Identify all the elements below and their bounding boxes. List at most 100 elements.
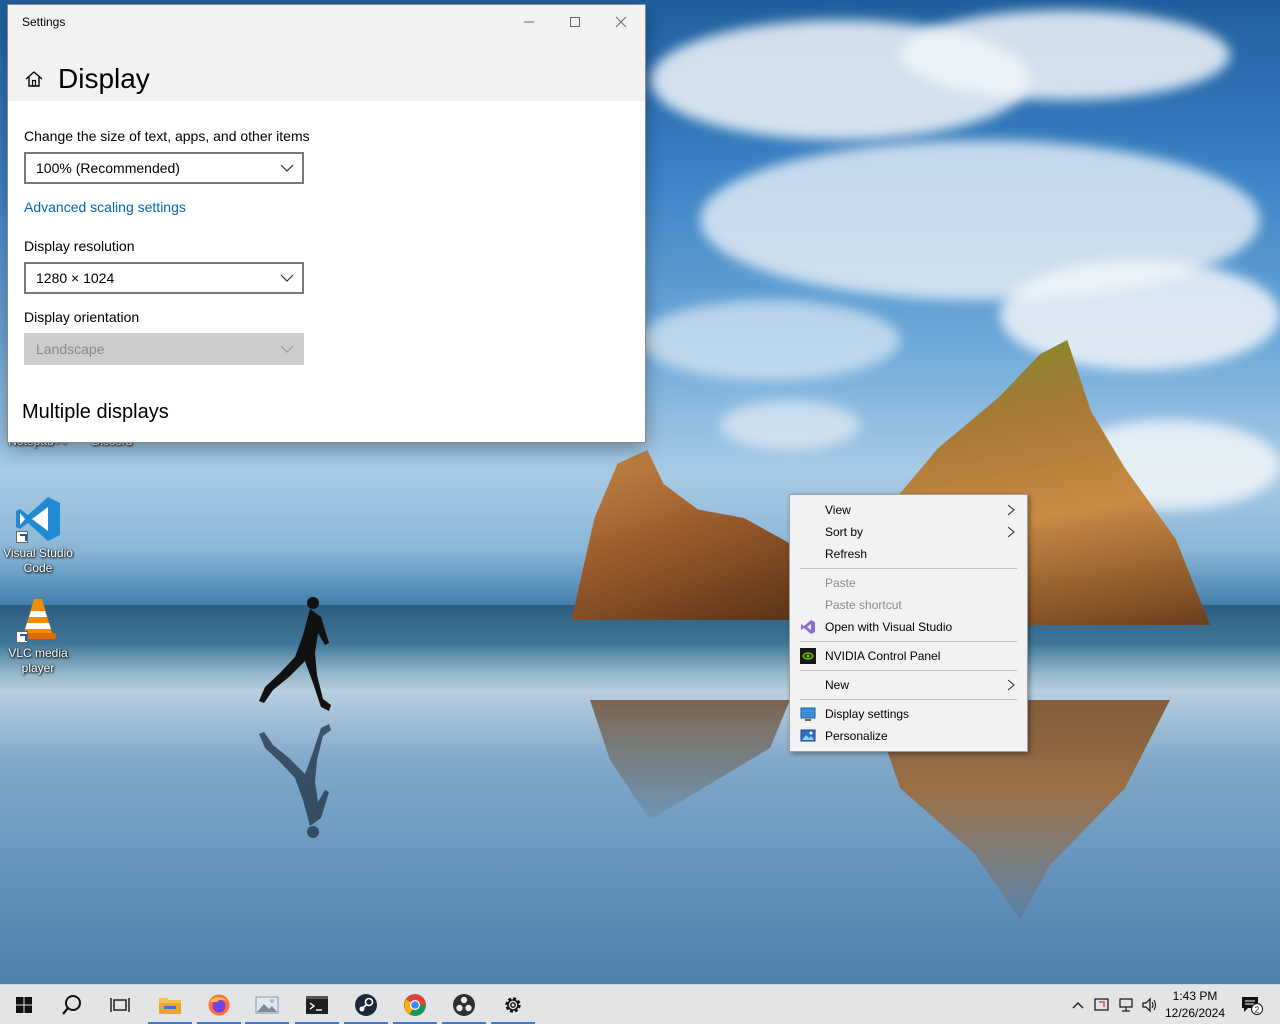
taskbar: 1:43 PM 12/26/2024 2 (0, 984, 1280, 1024)
tray-vpn[interactable] (1092, 985, 1112, 1024)
settings-window[interactable]: Settings Display Change the size of text… (8, 5, 645, 442)
menu-item-nvidia-control-panel[interactable]: NVIDIA Control Panel (791, 645, 1026, 667)
firefox-icon (208, 994, 230, 1016)
resolution-value: 1280 × 1024 (36, 270, 115, 286)
taskbar-firefox[interactable] (195, 985, 243, 1024)
volume-icon (1142, 997, 1157, 1013)
show-hidden-icons-button[interactable] (1068, 985, 1088, 1024)
menu-item-view[interactable]: View (791, 499, 1026, 521)
resolution-label: Display resolution (24, 238, 135, 254)
photos-icon (255, 996, 279, 1014)
action-center-button[interactable]: 2 (1232, 985, 1272, 1024)
taskbar-settings[interactable] (489, 985, 537, 1024)
resolution-dropdown[interactable]: 1280 × 1024 (24, 262, 304, 294)
menu-item-paste-shortcut[interactable]: Paste shortcut (791, 594, 1026, 616)
runner-silhouette (259, 597, 331, 711)
network-adapter-icon (1094, 998, 1109, 1011)
chrome-icon (404, 994, 426, 1016)
menu-item-sort-by[interactable]: Sort by (791, 521, 1026, 543)
close-button[interactable] (598, 5, 644, 39)
maximize-icon (570, 17, 580, 27)
menu-item-label: Display settings (825, 707, 910, 721)
file-explorer-icon (159, 998, 181, 1014)
minimize-icon (524, 21, 534, 23)
taskbar-file-explorer[interactable] (146, 985, 194, 1024)
taskbar-chrome[interactable] (391, 985, 439, 1024)
tray-volume[interactable] (1140, 985, 1160, 1024)
menu-item-label: Sort by (825, 525, 864, 539)
chevron-up-icon (1072, 1002, 1084, 1009)
chevron-down-icon (280, 164, 294, 172)
page-title: Display (58, 63, 150, 94)
desktop-icon-label: Visual Studio Code (3, 546, 73, 575)
scale-dropdown[interactable]: 100% (Recommended) (24, 152, 304, 184)
menu-item-personalize[interactable]: Personalize (791, 725, 1026, 747)
scale-label: Change the size of text, apps, and other… (24, 128, 310, 144)
vscode-icon (14, 495, 62, 543)
desktop-icon-vlc[interactable]: VLC media player (0, 595, 76, 676)
vlc-icon (14, 595, 62, 643)
window-title: Settings (22, 15, 66, 29)
chevron-down-icon (280, 274, 294, 282)
menu-item-refresh[interactable]: Refresh (791, 543, 1026, 565)
desktop-context-menu[interactable]: View Sort by Refresh Paste Paste shortcu… (789, 494, 1028, 752)
clock-time: 1:43 PM (1172, 989, 1218, 1003)
start-button[interactable] (0, 985, 48, 1024)
menu-item-display-settings[interactable]: Display settings (791, 703, 1026, 725)
search-button[interactable] (48, 985, 96, 1024)
maximize-button[interactable] (552, 5, 598, 39)
task-view-icon (110, 998, 130, 1012)
menu-separator (800, 670, 1017, 671)
menu-item-new[interactable]: New (791, 674, 1026, 696)
steam-icon (355, 994, 377, 1016)
visual-studio-icon (801, 620, 815, 634)
menu-item-label: View (825, 503, 851, 517)
system-clock[interactable]: 1:43 PM 12/26/2024 (1162, 988, 1228, 1022)
desktop-icon-label: VLC media player (8, 646, 68, 675)
menu-item-open-visual-studio[interactable]: Open with Visual Studio (791, 616, 1026, 638)
orientation-label: Display orientation (24, 309, 140, 325)
network-icon (1119, 998, 1133, 1012)
minimize-button[interactable] (506, 5, 552, 39)
menu-item-label: Paste shortcut (825, 598, 902, 612)
nvidia-icon (800, 648, 816, 664)
chevron-down-icon (280, 345, 294, 353)
title-bar[interactable]: Settings (8, 5, 645, 39)
obs-icon (453, 994, 475, 1016)
tray-network[interactable] (1116, 985, 1136, 1024)
multiple-displays-heading: Multiple displays (22, 401, 169, 423)
menu-item-label: Paste (825, 576, 856, 590)
home-icon[interactable] (24, 69, 44, 89)
search-icon (62, 995, 81, 1015)
chevron-right-icon (1007, 504, 1015, 516)
display-icon (800, 707, 816, 721)
terminal-icon (306, 996, 328, 1014)
menu-item-label: Personalize (825, 729, 888, 743)
notification-count: 2 (1255, 1006, 1260, 1015)
close-icon (615, 16, 627, 28)
menu-item-paste[interactable]: Paste (791, 572, 1026, 594)
menu-separator (800, 568, 1017, 569)
personalize-icon (800, 729, 816, 742)
settings-icon (505, 997, 521, 1013)
runner-reflection (259, 724, 331, 838)
orientation-dropdown[interactable]: Landscape (24, 333, 304, 365)
advanced-scaling-link[interactable]: Advanced scaling settings (24, 199, 186, 215)
taskbar-photos[interactable] (243, 985, 291, 1024)
page-header: Display (8, 39, 645, 101)
start-icon (16, 997, 32, 1013)
desktop-icon-vscode[interactable]: Visual Studio Code (0, 495, 76, 576)
menu-item-label: Open with Visual Studio (825, 620, 953, 634)
taskbar-terminal[interactable] (293, 985, 341, 1024)
menu-separator (800, 641, 1017, 642)
menu-item-label: NVIDIA Control Panel (825, 649, 941, 663)
chevron-right-icon (1007, 526, 1015, 538)
task-view-button[interactable] (96, 985, 144, 1024)
orientation-value: Landscape (36, 341, 105, 357)
chevron-right-icon (1007, 679, 1015, 691)
taskbar-obs[interactable] (440, 985, 488, 1024)
clock-date: 12/26/2024 (1164, 1006, 1226, 1020)
notification-icon: 2 (1242, 997, 1263, 1015)
taskbar-steam[interactable] (342, 985, 390, 1024)
menu-item-label: Refresh (825, 547, 868, 561)
